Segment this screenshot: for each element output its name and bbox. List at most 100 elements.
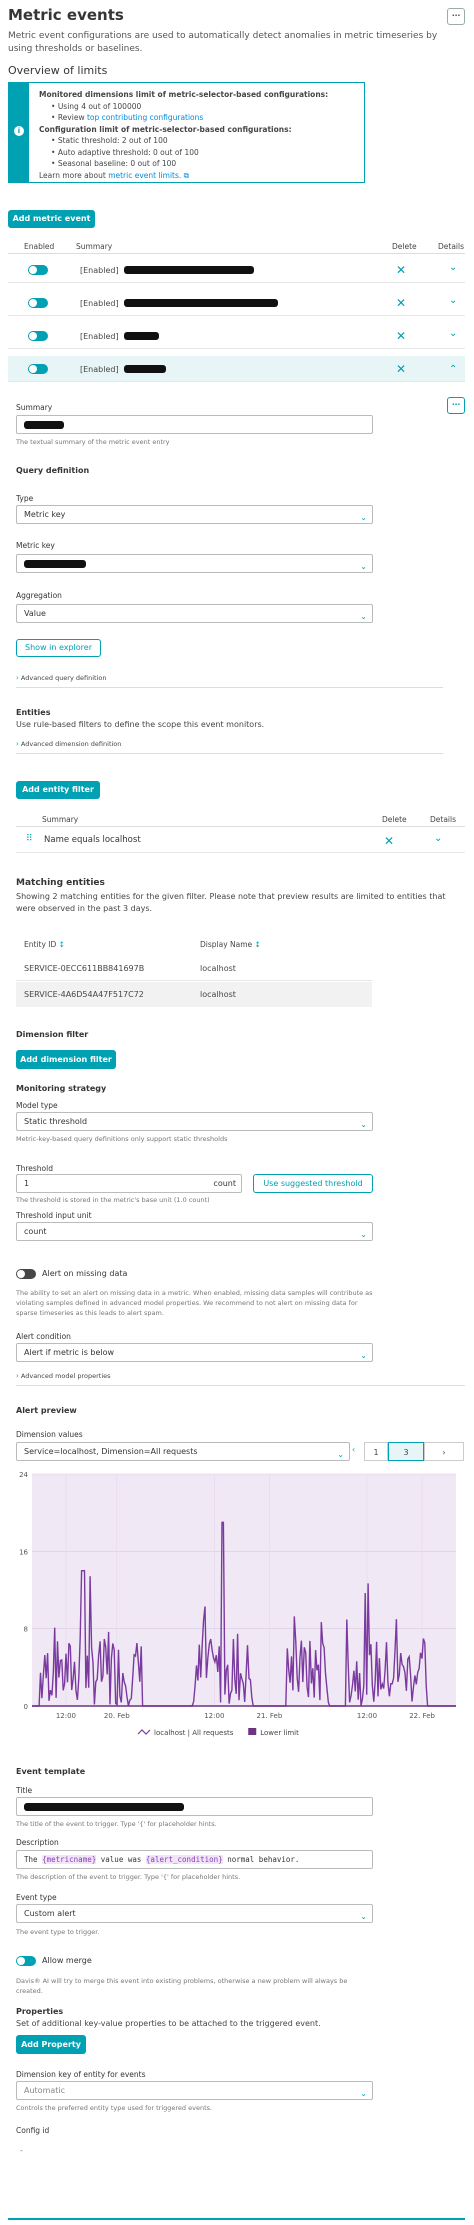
legend-icon-lower-limit [248,1728,257,1735]
aggregation-label: Aggregation [16,591,62,600]
entity-name: localhost [200,990,236,999]
add-entity-filter-button[interactable]: Add entity filter [16,781,100,799]
aggregation-select[interactable]: Value ⌄ [16,604,373,623]
enabled-toggle[interactable] [28,364,48,374]
model-type-hint: Metric-key-based query definitions only … [16,1135,228,1143]
pager-page[interactable]: 1 [364,1442,388,1461]
limit-learn-more: Learn more about metric event limits. ⧉ [39,170,328,182]
limit-dimensions-heading: Monitored dimensions limit of metric-sel… [39,90,329,99]
table-row-expanded[interactable]: [Enabled] ✕ ⌃ [8,356,465,382]
delete-icon[interactable]: ✕ [396,362,406,376]
sort-icon: ↕ [254,940,261,949]
chevron-down-icon[interactable]: ⌄ [449,328,457,339]
table-row[interactable]: [Enabled] ✕ ⌄ [8,290,465,316]
chevron-down-icon[interactable]: ⌄ [434,833,442,844]
entity-id: SERVICE-0ECC611BB841697B [24,964,145,973]
chevron-down-icon: ⌄ [360,562,367,571]
use-suggested-threshold-button[interactable]: Use suggested threshold [253,1174,373,1193]
title-input[interactable] [16,1797,373,1816]
metric-key-label: Metric key [16,541,55,550]
monitoring-strategy-heading: Monitoring strategy [16,1084,107,1093]
add-dimension-filter-button[interactable]: Add dimension filter [16,1050,116,1069]
entity-col-id[interactable]: Entity ID ↕ [24,940,65,949]
matching-entities-heading: Matching entities [16,878,105,888]
threshold-unit: count [213,1179,236,1188]
page-menu-button[interactable]: ⋯ [447,8,465,25]
chevron-down-icon[interactable]: ⌄ [449,295,457,306]
summary-label: Summary [16,403,53,412]
enabled-toggle[interactable] [28,298,48,308]
threshold-input-unit-select[interactable]: count ⌄ [16,1222,373,1241]
chevron-down-icon: ⌄ [360,1351,367,1360]
limit-adaptive: • Auto adaptive threshold: 0 out of 100 [51,147,199,157]
overview-heading: Overview of limits [8,64,108,77]
advanced-model-toggle[interactable]: › Advanced model properties [16,1372,111,1380]
alert-missing-data-toggle[interactable] [16,1269,36,1279]
dimension-key-select[interactable]: Automatic ⌄ [16,2081,373,2100]
chevron-right-icon: › [16,1372,19,1380]
entities-description: Use rule-based filters to define the sco… [16,720,265,729]
chevron-down-icon[interactable]: ⌄ [449,262,457,273]
drag-handle-icon[interactable]: ⠿ [26,834,33,844]
add-metric-event-button[interactable]: Add metric event [8,210,95,228]
chevron-down-icon: ⌄ [360,2089,367,2098]
pager-current-page[interactable]: 3 [388,1442,424,1461]
entity-id: SERVICE-4A6D54A47F517C72 [24,990,144,999]
y-tick-label: 0 [24,1703,28,1711]
add-property-button[interactable]: Add Property [16,2035,86,2054]
allow-merge-label: Allow merge [42,1956,92,1965]
alert-missing-data-label: Alert on missing data [42,1269,128,1278]
type-select[interactable]: Metric key ⌄ [16,505,373,524]
redacted-summary [124,299,278,307]
placeholder-alert-condition: {alert_condition} [145,1855,223,1864]
metric-event-limits-link[interactable]: metric event limits. [108,171,181,180]
pager-next-icon[interactable]: › [424,1442,464,1461]
info-icon: i [14,126,24,136]
limit-seasonal: • Seasonal baseline: 0 out of 100 [51,159,177,168]
enabled-toggle[interactable] [28,265,48,275]
description-text: value was [96,1855,146,1864]
dimension-values-value: Service=localhost, Dimension=All request… [24,1447,198,1456]
event-type-label: Event type [16,1893,57,1902]
allow-merge-toggle[interactable] [16,1956,36,1966]
pager-prev-icon[interactable]: ‹ [352,1445,355,1454]
dimension-values-select[interactable]: Service=localhost, Dimension=All request… [16,1442,350,1461]
detail-more-button[interactable]: ⋯ [447,397,465,414]
entity-col-id-label: Entity ID [24,940,57,949]
table-row: SERVICE-4A6D54A47F517C72 localhost [16,982,372,1007]
delete-icon[interactable]: ✕ [396,296,406,310]
placeholder-metricname: {metricname} [42,1855,97,1864]
event-type-select[interactable]: Custom alert ⌄ [16,1904,373,1923]
table-row[interactable]: [Enabled] ✕ ⌄ [8,323,465,349]
enabled-toggle[interactable] [28,331,48,341]
advanced-query-toggle[interactable]: › Advanced query definition [16,674,107,682]
info-bar: i [9,83,29,182]
delete-icon[interactable]: ✕ [396,263,406,277]
dimension-key-label: Dimension key of entity for events [16,2070,146,2079]
top-configurations-link[interactable]: top contributing configurations [87,113,203,122]
metric-key-select[interactable]: ⌄ [16,554,373,573]
chevron-up-icon[interactable]: ⌃ [449,364,457,375]
divider [16,687,443,688]
dimension-key-value: Automatic [24,2086,66,2095]
delete-icon[interactable]: ✕ [396,329,406,343]
summary-input[interactable] [16,415,373,434]
filter-row[interactable]: ⠿ Name equals localhost ✕ ⌄ [16,829,465,853]
limit-static-text: Static threshold: 2 out of 100 [57,136,168,145]
alert-condition-select[interactable]: Alert if metric is below ⌄ [16,1343,373,1362]
description-text: The [24,1855,43,1864]
entity-col-name[interactable]: Display Name ↕ [200,940,261,949]
delete-icon[interactable]: ✕ [384,834,394,848]
title-hint: The title of the event to trigger. Type … [16,1820,217,1828]
show-in-explorer-button[interactable]: Show in explorer [16,639,101,657]
threshold-label: Threshold [16,1164,53,1173]
threshold-input[interactable]: 1 count [16,1174,242,1193]
limit-adaptive-text: Auto adaptive threshold: 0 out of 100 [57,147,199,157]
allow-merge-description: Davis® AI will try to merge this event i… [16,1977,348,1995]
model-type-select[interactable]: Static threshold ⌄ [16,1112,373,1131]
advanced-dimension-toggle[interactable]: › Advanced dimension definition [16,740,121,748]
threshold-input-unit-value: count [24,1227,47,1236]
table-row[interactable]: [Enabled] ✕ ⌄ [8,257,465,283]
description-input[interactable]: The {metricname} value was {alert_condit… [16,1850,373,1869]
threshold-hint: The threshold is stored in the metric's … [16,1196,210,1204]
